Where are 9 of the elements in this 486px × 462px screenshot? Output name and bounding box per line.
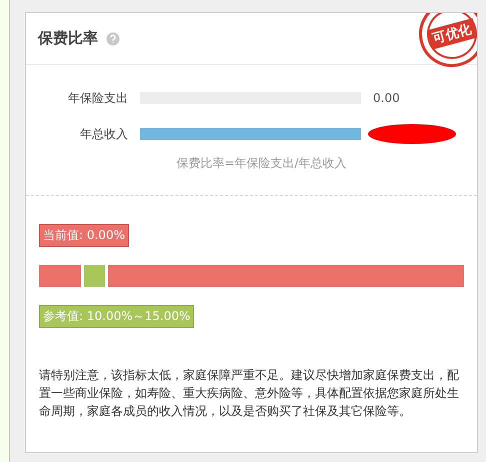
row-value: 0.00 [373, 91, 400, 105]
formula-text: 保费比率=年保险支出/年总收入 [175, 155, 348, 172]
row-label: 年保险支出 [67, 90, 128, 106]
reference-value-tag: 参考值: 10.00%～15.00% [39, 305, 194, 328]
advice-text: 请特别注意，该指标太低，家庭保障严重不足。建议尽快增加家庭保费支出，配置一些商业保险，如寿险、重大疾病险、意外险等，具体配置依据您家庭所处生命周期，家庭各成员的收入情况，以及是否购买了社保及其它保险等。 [39, 367, 460, 420]
row-label: 年总收入 [79, 126, 128, 142]
current-value-tag: 当前值: 0.00% [39, 224, 129, 247]
help-icon[interactable] [106, 32, 120, 46]
card-title: 保费比率 [38, 29, 98, 48]
